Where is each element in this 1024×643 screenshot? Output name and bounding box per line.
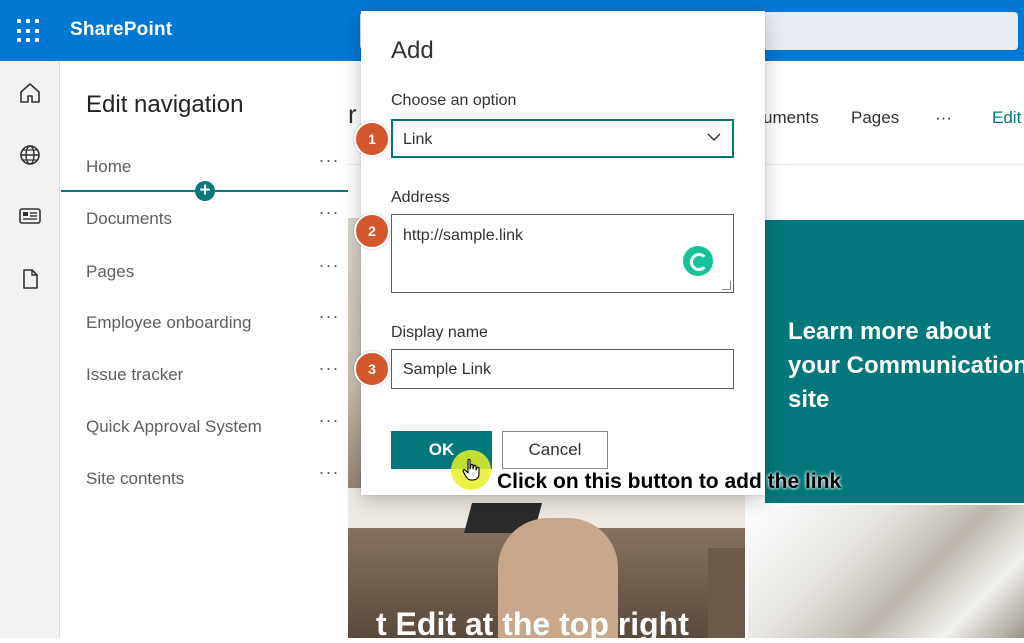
panel-title: Edit navigation — [86, 91, 244, 118]
nav-item-label: Site contents — [86, 469, 185, 488]
nav-item-site-contents[interactable]: Site contents ··· — [86, 463, 341, 495]
app-bar — [0, 61, 60, 638]
more-options-icon[interactable]: ··· — [317, 411, 341, 433]
nav-item-label: Issue tracker — [86, 365, 184, 384]
nav-item-label: Home — [86, 157, 132, 176]
nav-item-home[interactable]: Home ··· — [86, 151, 341, 183]
nav-item-label: Pages — [86, 262, 135, 281]
hero-tile-line: Learn more about — [788, 318, 991, 345]
dialog-title: Add — [391, 37, 434, 64]
nav-item-label: Documents — [86, 209, 172, 228]
hero-tile-teal[interactable]: Learn more about your Communication site — [765, 220, 1024, 503]
hero-tile-text: Learn more about your Communication site — [788, 315, 1024, 417]
tutorial-hint: Click on this button to add the link — [497, 470, 842, 493]
address-label: Address — [391, 189, 450, 206]
step-badge-1: 1 — [354, 121, 390, 157]
hand-cursor-icon — [462, 458, 480, 481]
hero-tile-line: your Communication — [788, 352, 1024, 379]
home-icon[interactable] — [18, 81, 42, 105]
add-link-dialog: Add Choose an option Link Address http:/… — [361, 11, 765, 495]
nav-item-issue-tracker[interactable]: Issue tracker ··· — [86, 359, 341, 391]
hero-tile-line: site — [788, 386, 830, 413]
grammarly-icon[interactable] — [683, 246, 713, 276]
more-options-icon[interactable]: ··· — [317, 256, 341, 278]
boxes-shape — [708, 548, 745, 638]
app-brand[interactable]: SharePoint — [70, 19, 172, 41]
chevron-down-icon — [707, 133, 721, 141]
option-dropdown[interactable]: Link — [391, 119, 734, 158]
display-name-label: Display name — [391, 324, 488, 341]
option-value: Link — [403, 131, 433, 148]
site-title-fragment: r — [348, 99, 357, 129]
option-label: Choose an option — [391, 92, 517, 109]
news-icon[interactable] — [18, 204, 42, 228]
hub-nav-documents[interactable]: uments — [763, 108, 819, 128]
hub-nav-more[interactable]: ··· — [935, 108, 952, 128]
nav-item-quick-approval-system[interactable]: Quick Approval System ··· — [86, 411, 341, 443]
document-icon[interactable] — [18, 267, 42, 291]
more-options-icon[interactable]: ··· — [317, 203, 341, 225]
nav-item-employee-onboarding[interactable]: Employee onboarding ··· — [86, 307, 341, 339]
nav-item-pages[interactable]: Pages ··· — [86, 256, 341, 288]
step-badge-3: 3 — [354, 351, 390, 387]
nav-item-label: Quick Approval System — [86, 417, 262, 436]
hero-caption: t Edit at the top right — [376, 606, 689, 642]
more-options-icon[interactable]: ··· — [317, 307, 341, 329]
resize-handle-icon[interactable] — [722, 281, 731, 290]
hub-nav-edit[interactable]: Edit — [992, 108, 1021, 128]
step-badge-2: 2 — [354, 213, 390, 249]
display-name-field[interactable]: Sample Link — [391, 349, 734, 389]
cancel-button[interactable]: Cancel — [502, 431, 608, 469]
address-field[interactable]: http://sample.link — [391, 214, 734, 293]
globe-icon[interactable] — [18, 143, 42, 167]
hub-nav-pages[interactable]: Pages — [851, 108, 899, 128]
more-options-icon[interactable]: ··· — [317, 463, 341, 485]
edit-navigation-panel: Edit navigation Home ··· Documents ··· P… — [61, 61, 348, 638]
nav-item-documents[interactable]: Documents ··· — [86, 203, 341, 235]
add-link-plus-icon[interactable]: + — [195, 181, 215, 201]
display-name-value: Sample Link — [403, 361, 492, 378]
hero-image-architecture[interactable] — [748, 505, 1024, 638]
address-value: http://sample.link — [403, 227, 524, 244]
more-options-icon[interactable]: ··· — [317, 359, 341, 381]
more-options-icon[interactable]: ··· — [317, 151, 341, 173]
app-launcher-icon[interactable] — [16, 18, 42, 44]
nav-item-label: Employee onboarding — [86, 313, 252, 332]
